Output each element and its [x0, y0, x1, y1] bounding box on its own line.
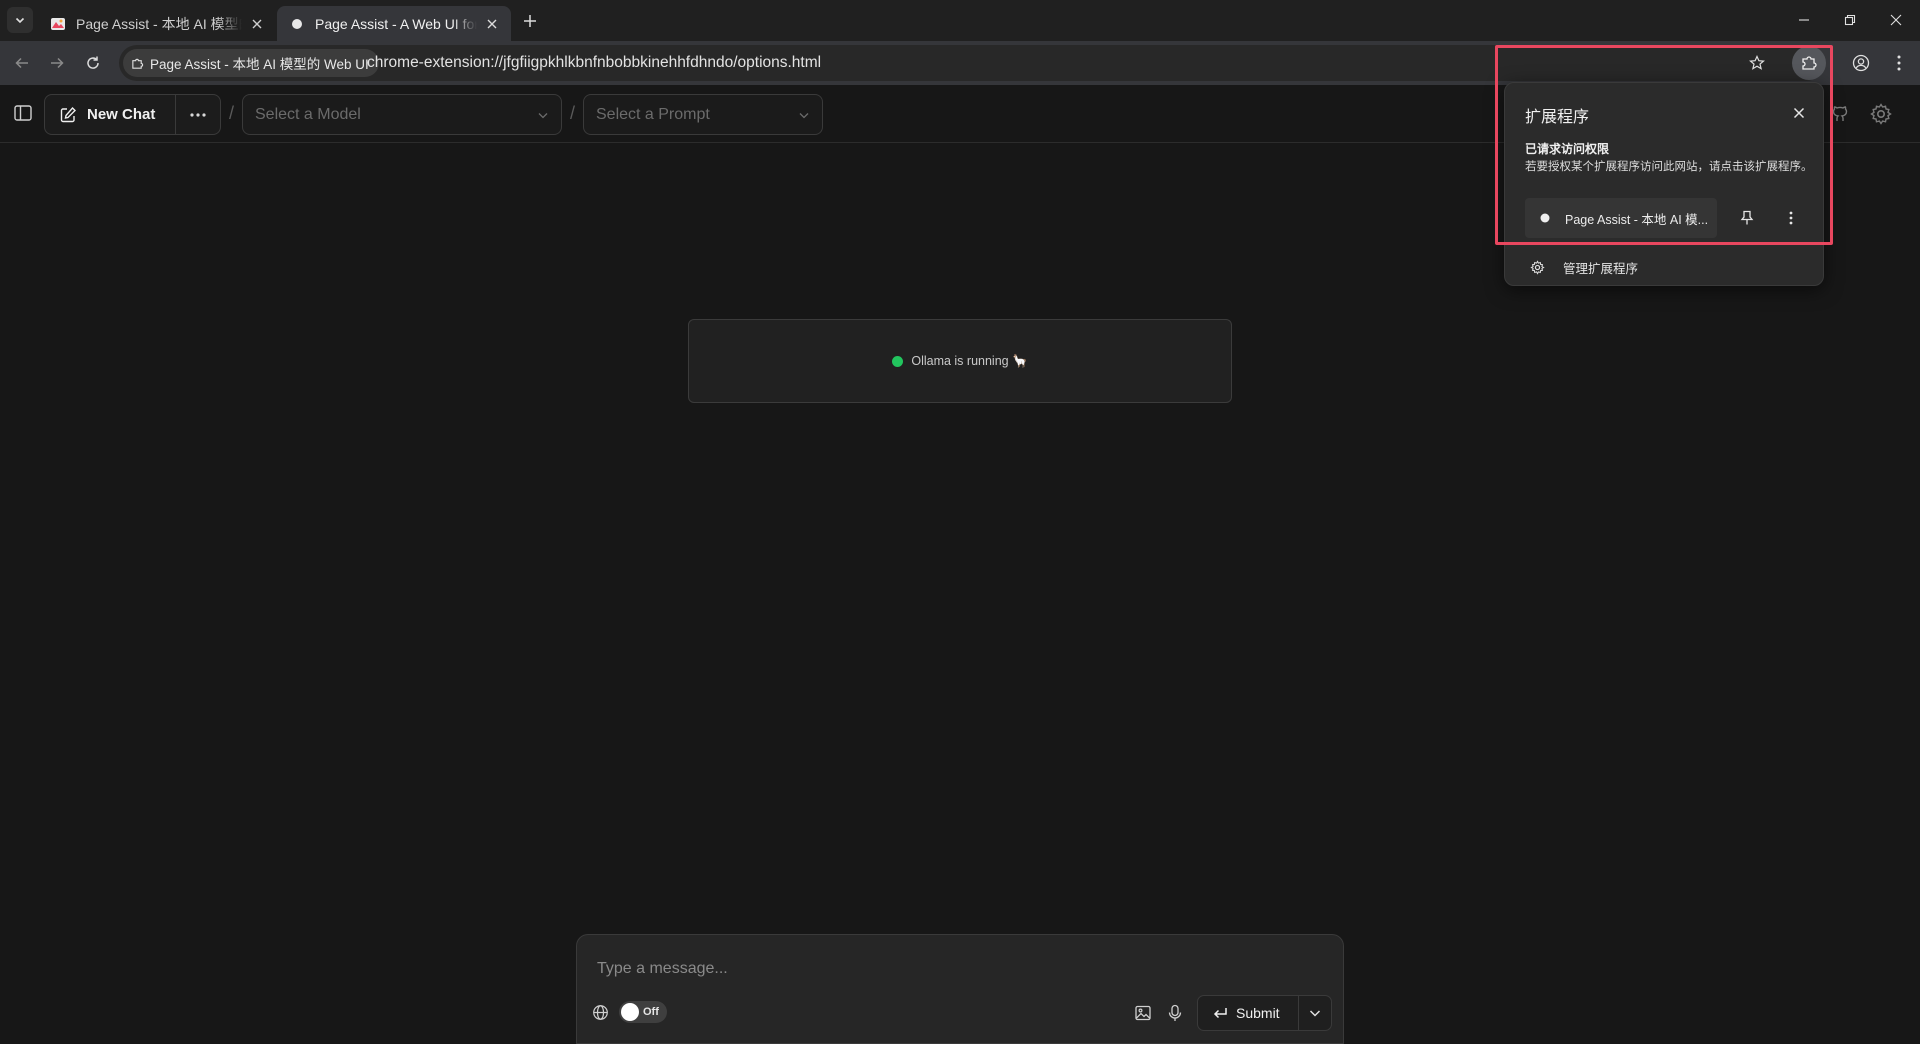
image-icon — [1134, 1004, 1152, 1022]
message-input[interactable] — [597, 957, 1297, 981]
sidebar-toggle-button[interactable] — [10, 100, 36, 126]
tab-strip: Page Assist - 本地 AI 模型的 Web UI Page Assi… — [0, 0, 1920, 41]
extension-puzzle-icon — [131, 57, 144, 70]
separator: / — [229, 103, 235, 123]
prompt-select[interactable]: Select a Prompt — [583, 94, 823, 135]
gear-icon — [1525, 259, 1549, 275]
minimize-button[interactable] — [1781, 0, 1827, 40]
more-vertical-icon — [1897, 55, 1901, 71]
submit-options-button[interactable] — [1299, 996, 1331, 1030]
web-search-toggle[interactable]: Off — [619, 1001, 667, 1023]
upload-image-button[interactable] — [1131, 1001, 1155, 1025]
profile-icon — [1852, 54, 1870, 72]
reload-icon — [85, 55, 101, 71]
site-chip-label: Page Assist - 本地 AI 模型的 Web UI — [150, 57, 369, 72]
github-icon — [1830, 104, 1850, 124]
status-indicator-dot — [892, 355, 904, 367]
close-icon — [1890, 14, 1902, 26]
new-chat-group: New Chat — [44, 94, 221, 135]
minimize-icon — [1798, 14, 1810, 26]
manage-extensions-label: 管理扩展程序 — [1563, 261, 1639, 276]
chevron-down-icon — [14, 14, 26, 26]
tab-page-assist-en[interactable]: Page Assist - A Web UI for Local AI Mode… — [277, 6, 511, 41]
submit-button[interactable]: Submit — [1198, 996, 1299, 1030]
chevron-down-icon — [798, 109, 810, 121]
gear-icon — [1869, 102, 1893, 126]
model-select[interactable]: Select a Model — [242, 94, 562, 135]
sidebar-icon — [13, 103, 33, 123]
back-button[interactable] — [6, 47, 38, 79]
arrow-left-icon — [14, 55, 30, 71]
restore-icon — [1844, 14, 1856, 26]
arrow-right-icon — [49, 55, 65, 71]
url-text: chrome-extension://jfgfiigpkhlkbnfnbobbk… — [367, 54, 822, 71]
new-chat-label: New Chat — [87, 106, 156, 123]
extension-favicon — [289, 16, 305, 32]
toggle-knob — [621, 1003, 639, 1021]
new-tab-button[interactable] — [518, 9, 542, 33]
tab-title: Page Assist - 本地 AI 模型的 Web UI — [76, 15, 242, 32]
ollama-status-text: Ollama is running 🦙 — [911, 353, 1028, 368]
edit-icon — [59, 106, 77, 124]
enter-icon — [1212, 1006, 1228, 1020]
page-assist-favicon — [50, 16, 66, 32]
more-options-button[interactable] — [176, 95, 220, 134]
web-search-button[interactable] — [589, 1001, 611, 1023]
toggle-label: Off — [643, 1006, 659, 1018]
ollama-status-card: Ollama is running 🦙 — [688, 319, 1232, 403]
prompt-select-placeholder: Select a Prompt — [596, 105, 710, 123]
highlight-box — [1495, 45, 1833, 245]
submit-group: Submit — [1197, 995, 1332, 1031]
microphone-icon — [1167, 1004, 1183, 1022]
reload-button[interactable] — [77, 47, 109, 79]
submit-label: Submit — [1236, 1005, 1280, 1021]
tab-title: Page Assist - A Web UI for Local AI Mode… — [315, 15, 477, 32]
profile-button[interactable] — [1847, 49, 1875, 77]
restore-button[interactable] — [1827, 0, 1873, 40]
browser-menu-button[interactable] — [1885, 49, 1913, 77]
tab-page-assist-cn[interactable]: Page Assist - 本地 AI 模型的 Web UI — [38, 6, 276, 41]
close-icon[interactable] — [483, 15, 501, 33]
voice-input-button[interactable] — [1163, 1001, 1187, 1025]
message-composer: Off Submit — [576, 934, 1344, 1044]
tab-search-button[interactable] — [7, 7, 33, 33]
more-horizontal-icon — [190, 112, 206, 117]
model-select-placeholder: Select a Model — [255, 105, 361, 123]
manage-extensions-link[interactable]: 管理扩展程序 — [1525, 253, 1638, 281]
new-chat-button[interactable]: New Chat — [45, 95, 176, 134]
settings-button[interactable] — [1866, 99, 1896, 129]
close-icon[interactable] — [248, 15, 266, 33]
forward-button[interactable] — [41, 47, 73, 79]
globe-icon — [592, 1004, 609, 1021]
separator: / — [570, 103, 576, 123]
plus-icon — [523, 14, 537, 28]
chevron-down-icon — [1308, 1006, 1322, 1020]
site-info-chip[interactable]: Page Assist - 本地 AI 模型的 Web UI — [123, 49, 379, 77]
chevron-down-icon — [537, 109, 549, 121]
window-close-button[interactable] — [1873, 0, 1919, 40]
